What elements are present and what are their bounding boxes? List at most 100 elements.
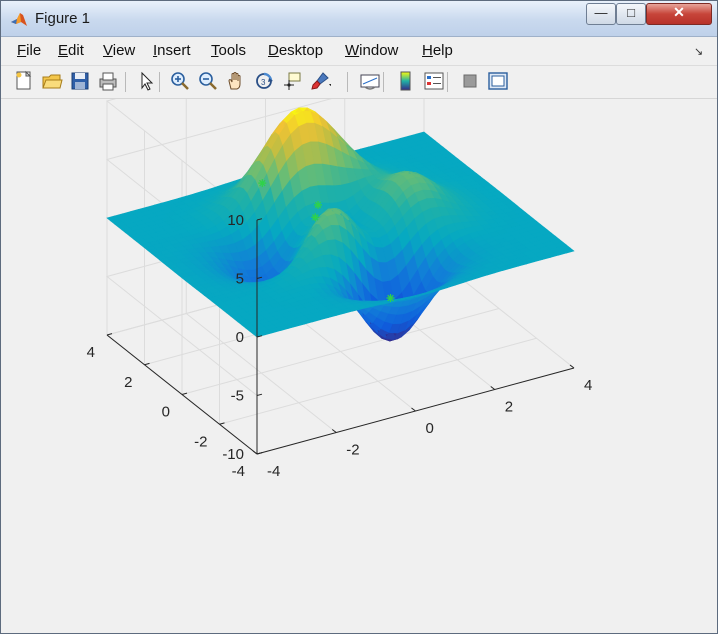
menu-edit-mnemonic: E xyxy=(58,42,69,59)
menu-insert-label: nsert xyxy=(157,42,191,59)
pan-icon xyxy=(228,72,241,90)
menu-insert[interactable]: Insert xyxy=(153,42,191,59)
new-figure-icon xyxy=(16,70,32,90)
menu-help-label: elp xyxy=(432,42,453,59)
brush-button[interactable] xyxy=(309,70,332,92)
menu-desktop-label: esktop xyxy=(278,42,324,59)
data-marker xyxy=(386,294,395,303)
zoom-out-button[interactable] xyxy=(197,70,219,92)
hide-plot-tools-button[interactable] xyxy=(459,70,481,92)
matlab-logo-icon xyxy=(11,13,27,26)
menu-tools-mnemonic: T xyxy=(211,42,219,59)
rotate-3d-icon: 3 xyxy=(256,72,273,89)
legend-icon xyxy=(424,72,444,90)
data-cursor-icon xyxy=(284,72,301,90)
x-tick-label: 2 xyxy=(505,399,513,416)
dock-arrow-icon[interactable]: ↘ xyxy=(694,45,703,58)
window-title: Figure 1 xyxy=(35,10,91,27)
maximize-button[interactable]: □ xyxy=(616,3,646,25)
menu-tools-label: ools xyxy=(218,42,247,59)
x-tick-mark xyxy=(252,450,258,455)
y-tick-label: -2 xyxy=(194,433,207,450)
y-tick-mark xyxy=(144,362,150,366)
menu-file[interactable]: File xyxy=(17,42,41,59)
menu-edit-label: dit xyxy=(68,42,84,59)
menu-desktop-mnemonic: D xyxy=(268,42,279,59)
open-file-button[interactable] xyxy=(41,70,63,92)
z-tick-mark xyxy=(256,393,263,396)
menu-view-mnemonic: V xyxy=(103,42,113,59)
x-tick-mark xyxy=(411,407,416,412)
colorbar-icon xyxy=(400,71,411,91)
x-tick-label: 0 xyxy=(426,420,434,437)
title-bar[interactable]: Figure 1 — □ ✕ xyxy=(1,1,717,37)
save-button[interactable] xyxy=(69,70,91,92)
rotate-3d-button[interactable]: 3 xyxy=(253,70,275,92)
menu-help-mnemonic: H xyxy=(422,42,433,59)
figure-toolbar: 3 xyxy=(1,66,717,99)
y-tick-label: -4 xyxy=(232,463,245,480)
zoom-in-icon xyxy=(171,72,189,90)
print-icon xyxy=(99,72,117,91)
brush-icon xyxy=(311,72,332,90)
pan-button[interactable] xyxy=(225,70,247,92)
hide-plot-tools-icon xyxy=(463,74,477,88)
show-plot-tools-button[interactable] xyxy=(487,70,509,92)
x-tick-mark xyxy=(331,429,337,433)
toolbar-separator xyxy=(347,72,348,92)
figure-window: Figure 1 — □ ✕ File Edit View Insert Tools De… xyxy=(0,0,718,634)
y-tick-mark xyxy=(106,333,113,336)
data-cursor-button[interactable] xyxy=(281,70,303,92)
svg-text:3: 3 xyxy=(261,78,266,87)
z-tick-label: -5 xyxy=(231,388,244,405)
z-tick-label: -10 xyxy=(222,446,244,463)
menu-window-label: indow xyxy=(359,42,399,59)
menu-bar: File Edit View Insert Tools Desktop Window Help… xyxy=(1,37,717,66)
menu-window-mnemonic: W xyxy=(345,42,360,59)
toolbar-separator xyxy=(125,72,126,92)
z-tick-label: 0 xyxy=(236,329,244,346)
axes-area[interactable]: -10 -5 0 5 10 -4 -2 0 2 4 -4 -2 0 2 4 xyxy=(9,14,711,627)
print-button[interactable] xyxy=(97,70,119,92)
menu-view-label: iew xyxy=(112,42,136,59)
save-icon xyxy=(71,72,89,90)
link-plot-icon xyxy=(360,74,380,90)
close-button[interactable]: ✕ xyxy=(646,3,712,25)
y-tick-label: 4 xyxy=(87,344,95,361)
y-tick-mark xyxy=(219,422,225,425)
new-figure-button[interactable] xyxy=(13,70,35,92)
menu-edit[interactable]: Edit xyxy=(58,42,84,59)
x-tick-mark xyxy=(490,386,496,390)
pointer-button[interactable] xyxy=(135,70,157,92)
x-tick-mark xyxy=(569,364,575,369)
z-tick-label: 10 xyxy=(227,212,244,229)
legend-button[interactable] xyxy=(423,70,445,92)
z-tick-label: 5 xyxy=(236,271,244,288)
toolbar-separator xyxy=(159,72,160,92)
link-plot-button[interactable] xyxy=(359,70,381,92)
menu-desktop[interactable]: Desktop xyxy=(268,42,323,59)
pointer-icon xyxy=(141,71,154,91)
y-tick-label: 0 xyxy=(162,404,170,421)
floor-grid-line xyxy=(181,308,500,395)
toolbar-separator xyxy=(383,72,384,92)
y-tick-mark xyxy=(256,452,263,455)
zoom-out-icon xyxy=(199,72,217,90)
show-plot-tools-icon xyxy=(488,72,508,90)
minimize-button[interactable]: — xyxy=(586,3,616,25)
x-tick-label: -4 xyxy=(267,463,280,480)
surface-plot[interactable]: -10 -5 0 5 10 -4 -2 0 2 4 -4 -2 0 2 4 xyxy=(9,14,711,627)
menu-tools[interactable]: Tools xyxy=(211,42,246,59)
menu-help[interactable]: Help xyxy=(422,42,453,59)
maximize-icon: □ xyxy=(627,5,635,20)
menu-file-label: ile xyxy=(26,42,42,59)
surface-patches xyxy=(106,107,575,342)
y-tick-mark xyxy=(181,392,188,395)
menu-file-mnemonic: F xyxy=(17,42,27,59)
y-tick-label: 2 xyxy=(124,374,132,391)
zoom-in-button[interactable] xyxy=(169,70,191,92)
menu-window[interactable]: Window xyxy=(345,42,398,59)
colorbar-button[interactable] xyxy=(395,70,417,92)
menu-view[interactable]: View xyxy=(103,42,135,59)
toolbar-separator xyxy=(447,72,448,92)
